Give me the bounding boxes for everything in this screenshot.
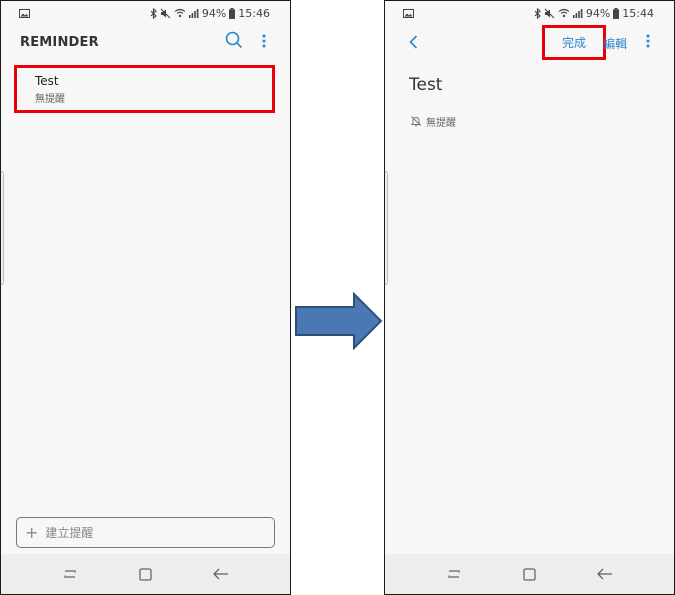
more-vertical-icon — [646, 33, 650, 52]
more-vertical-icon — [262, 33, 266, 52]
app-bar: 完成 編輯 — [385, 25, 674, 61]
create-reminder-input[interactable]: + 建立提醒 — [16, 517, 275, 548]
reminder-item-title: Test — [35, 74, 59, 88]
recents-button[interactable] — [62, 568, 78, 580]
battery-icon — [613, 7, 620, 19]
back-button[interactable] — [403, 33, 423, 53]
navigation-bar — [385, 554, 674, 594]
edit-button[interactable]: 編輯 — [603, 35, 627, 52]
battery-percent: 94% — [201, 6, 227, 20]
edge-panel-handle[interactable] — [1, 171, 4, 285]
reminder-item-subtitle: 無提醒 — [35, 94, 65, 105]
mute-icon — [544, 8, 555, 19]
navigation-bar — [1, 554, 290, 594]
gallery-notification-icon — [19, 8, 30, 18]
wifi-icon — [174, 8, 186, 18]
battery-icon — [229, 7, 236, 19]
transition-arrow — [295, 291, 383, 354]
reminder-alert-row: 無提醒 — [410, 112, 456, 131]
search-button[interactable] — [223, 31, 245, 53]
clock: 15:46 — [238, 6, 270, 20]
status-bar: 94% 15:46 — [1, 1, 290, 25]
bell-off-icon — [410, 112, 422, 131]
more-options-button[interactable] — [641, 31, 655, 53]
bluetooth-icon — [534, 7, 541, 19]
search-icon — [225, 31, 243, 53]
more-options-button[interactable] — [257, 31, 271, 53]
signal-icon — [188, 8, 199, 18]
gallery-notification-icon — [403, 8, 414, 18]
chevron-left-icon — [408, 34, 418, 53]
mute-icon — [160, 8, 171, 19]
phone-screen-left: 94% 15:46 REMINDER Test 無提醒 + 建立提醒 — [0, 0, 291, 595]
reminder-list-item[interactable]: Test 無提醒 — [14, 65, 275, 113]
plus-icon: + — [25, 522, 39, 542]
create-reminder-placeholder: 建立提醒 — [45, 526, 94, 540]
back-nav-button[interactable] — [597, 568, 613, 580]
reminder-detail-title: Test — [409, 75, 443, 95]
phone-screen-right: 94% 15:44 完成 編輯 Test 無提醒 — [384, 0, 675, 595]
signal-icon — [572, 8, 583, 18]
back-nav-button[interactable] — [213, 568, 229, 580]
recents-button[interactable] — [446, 568, 462, 580]
wifi-icon — [558, 8, 570, 18]
app-bar: REMINDER — [1, 25, 290, 61]
done-button-label: 完成 — [561, 36, 586, 50]
bluetooth-icon — [150, 7, 157, 19]
home-button[interactable] — [523, 567, 536, 581]
home-button[interactable] — [139, 567, 152, 581]
clock: 15:44 — [622, 6, 654, 20]
app-title: REMINDER — [20, 35, 99, 50]
status-bar: 94% 15:44 — [385, 1, 674, 25]
done-button[interactable]: 完成 — [542, 25, 606, 60]
battery-percent: 94% — [585, 6, 611, 20]
reminder-alert-text: 無提醒 — [426, 118, 456, 129]
edge-panel-handle[interactable] — [385, 171, 388, 285]
